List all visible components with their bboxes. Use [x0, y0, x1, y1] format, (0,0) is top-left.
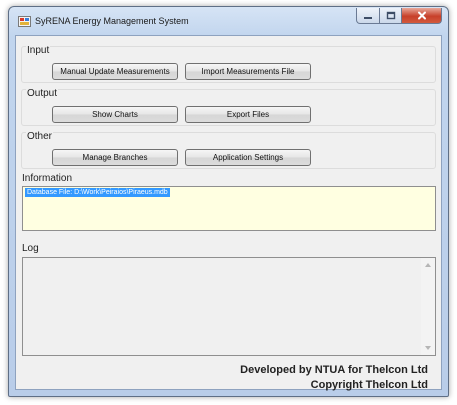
input-group: Input Manual Update Measurements Import … [21, 45, 436, 83]
output-group: Output Show Charts Export Files [21, 88, 436, 126]
log-box [22, 257, 436, 356]
application-settings-button[interactable]: Application Settings [185, 149, 311, 166]
manual-update-measurements-button[interactable]: Manual Update Measurements [52, 63, 178, 80]
client-area: Input Manual Update Measurements Import … [15, 35, 442, 391]
maximize-button[interactable] [380, 8, 402, 24]
output-group-label: Output [26, 88, 59, 99]
developer-credit: Developed by NTUA for Thelcon Ltd [240, 364, 428, 376]
scroll-up-arrow-icon[interactable] [424, 262, 432, 268]
other-group-label: Other [26, 131, 54, 142]
manage-branches-button[interactable]: Manage Branches [52, 149, 178, 166]
other-group: Other Manage Branches Application Settin… [21, 131, 436, 169]
export-files-button[interactable]: Export Files [185, 106, 311, 123]
copyright-text: Copyright Thelcon Ltd [310, 379, 428, 391]
input-group-label: Input [26, 45, 51, 56]
scroll-down-arrow-icon[interactable] [424, 345, 432, 351]
window-controls [356, 8, 442, 25]
show-charts-button[interactable]: Show Charts [52, 106, 178, 123]
app-icon [18, 16, 31, 27]
import-measurements-file-button[interactable]: Import Measurements File [185, 63, 311, 80]
information-label: Information [22, 173, 73, 184]
application-window: SyRENA Energy Management System Input Ma… [8, 6, 449, 397]
window-title: SyRENA Energy Management System [35, 16, 189, 26]
title-bar[interactable]: SyRENA Energy Management System [9, 7, 448, 35]
maximize-icon [386, 11, 395, 20]
database-file-line[interactable]: Database File: D:\Work\Peiraios\Piraeus.… [25, 188, 170, 197]
minimize-button[interactable] [356, 8, 380, 24]
log-label: Log [22, 243, 39, 254]
close-icon [417, 11, 426, 20]
information-box[interactable]: Database File: D:\Work\Peiraios\Piraeus.… [22, 186, 436, 231]
log-textarea[interactable] [23, 258, 421, 355]
minimize-icon [364, 16, 372, 19]
close-button[interactable] [402, 8, 442, 24]
log-scrollbar[interactable] [421, 258, 435, 355]
